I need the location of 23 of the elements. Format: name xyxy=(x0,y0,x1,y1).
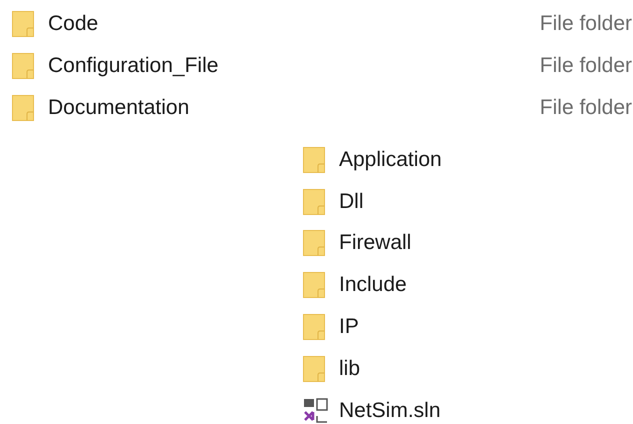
folder-icon xyxy=(303,230,325,256)
item-type: File folder xyxy=(540,12,632,36)
solution-file-icon xyxy=(303,398,329,424)
folder-icon xyxy=(303,188,325,215)
folder-name[interactable]: Application xyxy=(339,148,442,172)
folder-icon xyxy=(303,314,325,340)
folder-name[interactable]: Configuration_File xyxy=(48,54,540,78)
folder-icon xyxy=(303,146,325,173)
folder-name[interactable]: lib xyxy=(339,356,360,381)
folder-name[interactable]: Code xyxy=(48,12,540,36)
folder-icon xyxy=(303,272,325,298)
folder-icon xyxy=(12,11,34,37)
folder-icon xyxy=(303,356,325,382)
folder-name[interactable]: Include xyxy=(339,273,407,298)
item-type: File folder xyxy=(540,96,632,120)
folder-icon xyxy=(12,95,34,121)
folder-name[interactable]: IP xyxy=(339,315,359,340)
file-name[interactable]: NetSim.sln xyxy=(339,398,441,423)
folder-name[interactable]: Dll xyxy=(339,190,364,214)
folder-name[interactable]: Firewall xyxy=(339,231,412,256)
folder-icon xyxy=(12,53,34,79)
folder-name[interactable]: Documentation xyxy=(48,96,540,120)
item-type: File folder xyxy=(540,54,632,78)
